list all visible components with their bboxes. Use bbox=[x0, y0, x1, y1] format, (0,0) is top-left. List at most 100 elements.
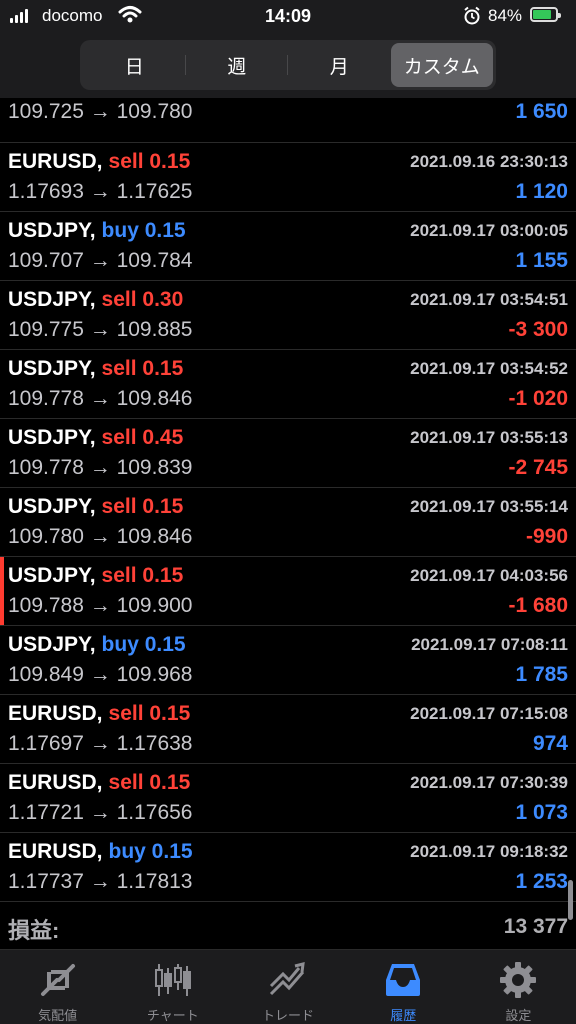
tab-bar: 気配値 チャート トレード 履歴 設定 bbox=[0, 949, 576, 1024]
trade-row[interactable]: USDJPY, sell 0.15 2021.09.17 03:54:52 109.7… bbox=[0, 350, 576, 419]
tab-label: トレード bbox=[262, 1008, 315, 1023]
tab-label: チャート bbox=[146, 1008, 199, 1023]
trade-profit: -2 745 bbox=[508, 456, 568, 479]
trade-time: 2021.09.17 03:00:05 bbox=[410, 221, 568, 240]
trade-prices: 109.780 → 109.846 bbox=[8, 525, 193, 548]
trade-profit: 1 073 bbox=[515, 801, 568, 824]
trade-time: 2021.09.17 03:55:13 bbox=[410, 428, 568, 447]
tab-trade[interactable]: トレード bbox=[230, 950, 345, 1024]
trade-symbol: EURUSD, sell 0.15 bbox=[8, 771, 190, 795]
trade-row[interactable]: USDJPY, sell 0.15 2021.09.17 03:55:14 109.7… bbox=[0, 488, 576, 557]
trade-profit: 1 120 bbox=[515, 180, 568, 203]
trade-symbol: EURUSD, sell 0.15 bbox=[8, 702, 190, 726]
trade-side: sell 0.45 bbox=[101, 426, 184, 449]
trade-row[interactable]: USDJPY, buy 0.15 2021.09.17 03:00:05 109.70… bbox=[0, 212, 576, 281]
segment-day[interactable]: 日 bbox=[83, 43, 186, 87]
trade-time: 2021.09.17 03:55:14 bbox=[410, 497, 568, 516]
tab-chart[interactable]: チャート bbox=[115, 950, 230, 1024]
symbol-text: EURUSD, bbox=[8, 702, 103, 725]
trade-time: 2021.09.17 04:03:56 bbox=[410, 566, 568, 585]
trade-side: buy 0.15 bbox=[101, 219, 186, 242]
tab-quotes[interactable]: 気配値 bbox=[0, 950, 115, 1024]
trade-row[interactable]: EURUSD, sell 0.15 2021.09.17 07:15:08 1.176… bbox=[0, 695, 576, 764]
battery-icon bbox=[530, 7, 561, 22]
symbol-text: USDJPY, bbox=[8, 564, 96, 587]
trade-icon bbox=[269, 962, 305, 996]
symbol-text: USDJPY, bbox=[8, 426, 96, 449]
trade-profit: 1 785 bbox=[515, 663, 568, 686]
trade-prices: 109.778 → 109.846 bbox=[8, 387, 193, 410]
trade-side: sell 0.15 bbox=[101, 564, 184, 587]
trade-profit: 1 155 bbox=[515, 249, 568, 272]
trade-profit: -1 680 bbox=[508, 594, 568, 617]
trade-symbol: USDJPY, buy 0.15 bbox=[8, 633, 186, 657]
trade-time: 2021.09.17 09:18:32 bbox=[410, 842, 568, 861]
period-segmented-control: 日 週 月 カスタム bbox=[80, 40, 496, 90]
segment-month[interactable]: 月 bbox=[288, 43, 391, 87]
trade-row[interactable]: EURUSD, buy 0.15 2021.09.17 09:18:32 1.1773… bbox=[0, 833, 576, 902]
trade-side: sell 0.30 bbox=[101, 288, 184, 311]
quotes-icon bbox=[40, 964, 75, 996]
trade-side: sell 0.15 bbox=[108, 702, 191, 725]
trade-time: 2021.09.17 07:15:08 bbox=[410, 704, 568, 723]
segment-custom[interactable]: カスタム bbox=[390, 43, 493, 87]
segment-week[interactable]: 週 bbox=[186, 43, 289, 87]
tab-label: 履歴 bbox=[390, 1008, 417, 1023]
trade-prices: 109.778 → 109.839 bbox=[8, 456, 193, 479]
trade-symbol: USDJPY, sell 0.15 bbox=[8, 495, 183, 519]
trade-profit: -3 300 bbox=[508, 318, 568, 341]
alarm-icon bbox=[464, 6, 480, 25]
trade-profit: -990 bbox=[525, 525, 568, 548]
symbol-text: EURUSD, bbox=[8, 150, 103, 173]
gear-icon bbox=[500, 962, 537, 998]
trade-row-clipped[interactable]: 109.725 → 109.780 1 650 bbox=[0, 86, 576, 143]
trade-time: 2021.09.17 03:54:52 bbox=[410, 359, 568, 378]
trade-side: sell 0.15 bbox=[108, 150, 191, 173]
trade-symbol: EURUSD, buy 0.15 bbox=[8, 840, 193, 864]
trade-prices: 1.17737 → 1.17813 bbox=[8, 870, 193, 893]
tab-settings[interactable]: 設定 bbox=[461, 950, 576, 1024]
trade-prices: 109.775 → 109.885 bbox=[8, 318, 193, 341]
trade-prices: 1.17697 → 1.17638 bbox=[8, 732, 193, 755]
trade-side: sell 0.15 bbox=[108, 771, 191, 794]
trade-side: sell 0.15 bbox=[101, 495, 184, 518]
trade-prices: 1.17721 → 1.17656 bbox=[8, 801, 193, 824]
trade-time: 2021.09.16 23:30:13 bbox=[410, 152, 568, 171]
symbol-text: USDJPY, bbox=[8, 495, 96, 518]
trade-side: buy 0.15 bbox=[101, 633, 186, 656]
trade-time: 2021.09.17 07:30:39 bbox=[410, 773, 568, 792]
trade-row[interactable]: USDJPY, sell 0.45 2021.09.17 03:55:13 109.7… bbox=[0, 419, 576, 488]
trade-row[interactable]: USDJPY, buy 0.15 2021.09.17 07:08:11 109.84… bbox=[0, 626, 576, 695]
symbol-text: EURUSD, bbox=[8, 771, 103, 794]
trade-prices: 109.707 → 109.784 bbox=[8, 249, 193, 272]
trade-profit: 1 253 bbox=[515, 870, 568, 893]
history-inbox-icon bbox=[386, 964, 421, 996]
trade-time: 2021.09.17 07:08:11 bbox=[411, 635, 568, 654]
trade-side: sell 0.15 bbox=[101, 357, 184, 380]
scroll-indicator bbox=[568, 880, 573, 920]
profit-total: 13 377 bbox=[503, 915, 568, 938]
trade-history-list[interactable]: 109.725 → 109.780 1 650 EURUSD, sell 0.15… bbox=[0, 98, 576, 902]
trade-symbol: EURUSD, sell 0.15 bbox=[8, 150, 190, 174]
trade-time: 2021.09.17 03:54:51 bbox=[410, 290, 568, 309]
symbol-text: USDJPY, bbox=[8, 633, 96, 656]
symbol-text: USDJPY, bbox=[8, 357, 96, 380]
profit-label: 損益: bbox=[8, 918, 60, 943]
status-bar: docomo 14:09 84% bbox=[0, 0, 576, 32]
trade-row[interactable]: USDJPY, sell 0.30 2021.09.17 03:54:51 109.7… bbox=[0, 281, 576, 350]
trade-prices: 109.788 → 109.900 bbox=[8, 594, 193, 617]
profit-summary: 損益: 13 377 bbox=[0, 905, 576, 949]
trade-profit: 1 650 bbox=[515, 100, 568, 123]
trade-row[interactable]: EURUSD, sell 0.15 2021.09.16 23:30:13 1.176… bbox=[0, 143, 576, 212]
trade-prices: 109.725 → 109.780 bbox=[8, 100, 193, 123]
tab-history[interactable]: 履歴 bbox=[346, 950, 461, 1024]
candlestick-icon bbox=[154, 964, 191, 996]
symbol-text: USDJPY, bbox=[8, 219, 96, 242]
symbol-text: EURUSD, bbox=[8, 840, 103, 863]
trade-row[interactable]: EURUSD, sell 0.15 2021.09.17 07:30:39 1.177… bbox=[0, 764, 576, 833]
symbol-text: USDJPY, bbox=[8, 288, 96, 311]
trade-symbol: USDJPY, sell 0.30 bbox=[8, 288, 183, 312]
trade-symbol: USDJPY, buy 0.15 bbox=[8, 219, 186, 243]
trade-profit: -1 020 bbox=[508, 387, 568, 410]
trade-row[interactable]: USDJPY, sell 0.15 2021.09.17 04:03:56 109.7… bbox=[0, 557, 576, 626]
